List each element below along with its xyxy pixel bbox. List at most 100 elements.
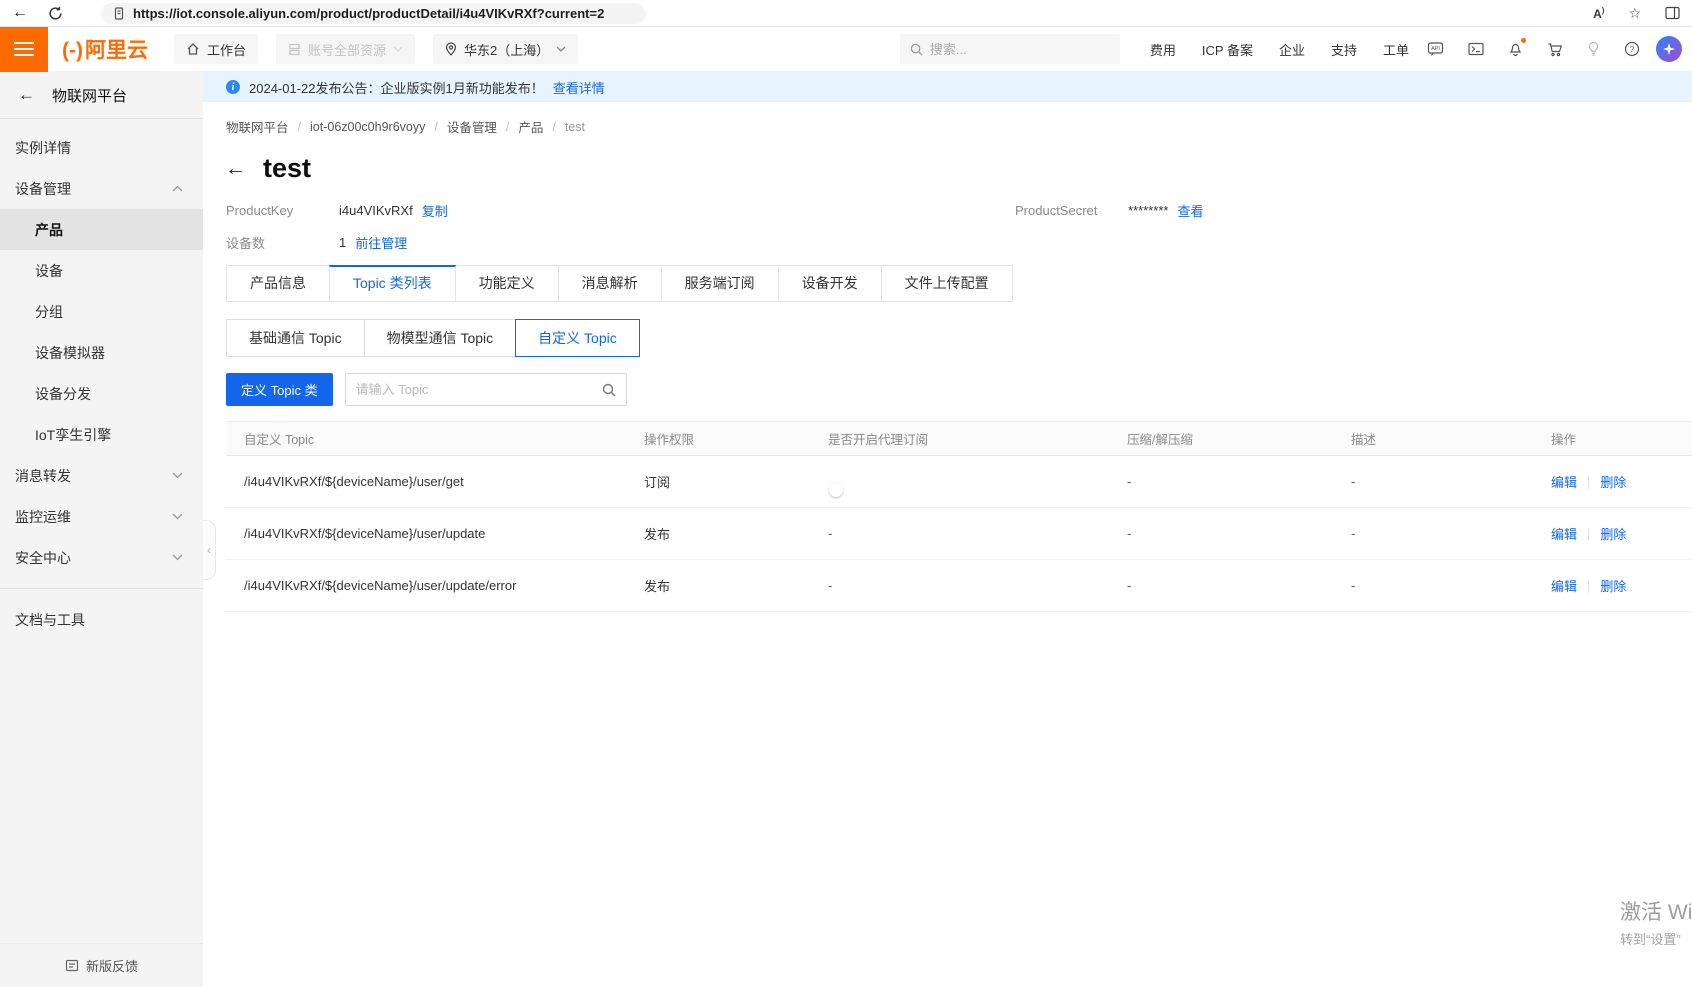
product-secret-value: ********	[1128, 203, 1168, 218]
aliyun-logo[interactable]: (-) 阿里云	[62, 34, 148, 64]
subtab-basic-topic[interactable]: 基础通信 Topic	[226, 319, 365, 357]
sidebar-back[interactable]: ← 物联网平台	[0, 72, 203, 118]
tab-feature-definition[interactable]: 功能定义	[455, 265, 559, 302]
cart-icon[interactable]	[1547, 42, 1563, 57]
sidebar: ← 物联网平台 实例详情 设备管理 产品 设备 分组 设备模拟器 设备分发	[0, 72, 203, 987]
tab-topic-list[interactable]: Topic 类列表	[329, 265, 456, 302]
tab-message-parsing[interactable]: 消息解析	[558, 265, 662, 302]
browser-sidebar-icon[interactable]	[1665, 6, 1680, 20]
feedback-button[interactable]: 新版反馈	[0, 943, 203, 987]
nav-item-enterprise[interactable]: 企业	[1279, 40, 1305, 59]
subtab-model-topic[interactable]: 物模型通信 Topic	[364, 319, 517, 357]
notifications-bell-icon[interactable]	[1508, 41, 1523, 57]
table-row: /i4u4VIKvRXf/${deviceName}/user/update 发…	[226, 508, 1692, 560]
sidebar-collapse-handle[interactable]: ‹	[203, 520, 216, 580]
chevron-down-icon	[172, 472, 183, 479]
sidebar-title: 物联网平台	[52, 85, 127, 106]
page-info-icon[interactable]	[113, 7, 125, 20]
product-key-label: ProductKey	[226, 203, 339, 218]
api-icon[interactable]: API	[1427, 41, 1444, 57]
region-selector[interactable]: 华东2（上海）	[433, 34, 578, 64]
search-icon[interactable]	[602, 383, 616, 397]
global-search[interactable]	[900, 34, 1120, 64]
compression-cell: -	[1127, 526, 1351, 541]
col-header-topic: 自定义 Topic	[226, 429, 644, 448]
announcement-text: 2024-01-22发布公告：企业版实例1月新功能发布！	[249, 78, 544, 97]
topic-cell: /i4u4VIKvRXf/${deviceName}/user/update/e…	[226, 578, 644, 593]
workbench-button[interactable]: 工作台	[174, 34, 258, 64]
account-resources-selector[interactable]: 账号全部资源	[276, 34, 415, 64]
lightbulb-icon[interactable]	[1587, 41, 1600, 57]
sidebar-item-instance-detail[interactable]: 实例详情	[0, 127, 203, 168]
favorite-star-icon[interactable]: ☆	[1628, 5, 1641, 22]
sidebar-item-monitoring-ops[interactable]: 监控运维	[0, 496, 203, 537]
delete-link[interactable]: 删除	[1600, 576, 1626, 595]
user-avatar[interactable]	[1656, 36, 1682, 62]
product-tabs: 产品信息 Topic 类列表 功能定义 消息解析 服务端订阅 设备开发 文件上传…	[226, 265, 1692, 302]
permission-cell: 发布	[644, 524, 828, 543]
copy-link[interactable]: 复制	[422, 201, 448, 220]
compression-cell: -	[1127, 474, 1351, 489]
breadcrumb-item[interactable]: 物联网平台	[226, 117, 289, 136]
read-aloud-icon[interactable]: A)	[1593, 6, 1604, 21]
define-topic-button[interactable]: 定义 Topic 类	[226, 373, 333, 406]
col-header-permission: 操作权限	[644, 429, 828, 448]
table-row: /i4u4VIKvRXf/${deviceName}/user/get 订阅 -…	[226, 456, 1692, 508]
main-content: i 2024-01-22发布公告：企业版实例1月新功能发布！ 查看详情 物联网平…	[203, 72, 1692, 987]
subtab-custom-topic[interactable]: 自定义 Topic	[515, 319, 640, 357]
breadcrumb: 物联网平台 / iot-06z00c0h9r6voyy / 设备管理 / 产品 …	[203, 102, 1692, 136]
sidebar-item-device-simulator[interactable]: 设备模拟器	[0, 332, 203, 373]
nav-item-billing[interactable]: 费用	[1150, 40, 1176, 59]
browser-url-field[interactable]: https://iot.console.aliyun.com/product/p…	[101, 3, 646, 24]
announcement-details-link[interactable]: 查看详情	[553, 78, 605, 97]
sidebar-item-docs-tools[interactable]: 文档与工具	[0, 599, 203, 640]
home-icon	[186, 42, 200, 56]
topic-search-box	[345, 373, 627, 406]
permission-cell: 订阅	[644, 472, 828, 491]
global-search-input[interactable]	[930, 42, 1090, 57]
delete-link[interactable]: 删除	[1600, 524, 1626, 543]
compression-cell: -	[1127, 578, 1351, 593]
sidebar-item-products[interactable]: 产品	[0, 209, 203, 250]
terminal-icon[interactable]	[1468, 42, 1484, 56]
resources-icon	[288, 43, 301, 56]
sidebar-item-groups[interactable]: 分组	[0, 291, 203, 332]
sidebar-item-security-center[interactable]: 安全中心	[0, 537, 203, 578]
tab-device-development[interactable]: 设备开发	[778, 265, 882, 302]
sidebar-item-iot-twin[interactable]: IoT孪生引擎	[0, 414, 203, 455]
sidebar-item-device-distribution[interactable]: 设备分发	[0, 373, 203, 414]
edit-link[interactable]: 编辑	[1551, 472, 1577, 491]
breadcrumb-item[interactable]: iot-06z00c0h9r6voyy	[310, 120, 425, 134]
arrow-left-icon[interactable]: ←	[18, 85, 35, 105]
help-icon[interactable]: ?	[1624, 41, 1640, 57]
sidebar-item-device-management[interactable]: 设备管理	[0, 168, 203, 209]
breadcrumb-item[interactable]: 设备管理	[447, 117, 497, 136]
tab-file-upload-config[interactable]: 文件上传配置	[881, 265, 1013, 302]
svg-text:?: ?	[1630, 45, 1635, 54]
nav-item-icp[interactable]: ICP 备案	[1202, 40, 1253, 59]
back-button[interactable]: ←	[225, 157, 246, 181]
tab-server-subscription[interactable]: 服务端订阅	[661, 265, 779, 302]
browser-back-icon[interactable]: ←	[12, 4, 28, 22]
view-secret-link[interactable]: 查看	[1177, 201, 1203, 220]
feedback-icon	[65, 959, 79, 972]
nav-item-support[interactable]: 支持	[1331, 40, 1357, 59]
hamburger-menu[interactable]	[0, 27, 48, 72]
sidebar-item-message-forwarding[interactable]: 消息转发	[0, 455, 203, 496]
topic-table: 自定义 Topic 操作权限 是否开启代理订阅 压缩/解压缩 描述 操作 /i4…	[226, 421, 1692, 612]
delete-link[interactable]: 删除	[1600, 472, 1626, 491]
topic-search-input[interactable]	[356, 382, 602, 397]
nav-item-tickets[interactable]: 工单	[1383, 40, 1409, 59]
sidebar-item-devices[interactable]: 设备	[0, 250, 203, 291]
edit-link[interactable]: 编辑	[1551, 524, 1577, 543]
edit-link[interactable]: 编辑	[1551, 576, 1577, 595]
browser-refresh-icon[interactable]	[48, 6, 63, 21]
windows-activation-watermark: 激活 Wi 转到“设置”	[1620, 896, 1692, 948]
tab-product-info[interactable]: 产品信息	[226, 265, 330, 302]
chevron-down-icon	[172, 513, 183, 520]
permission-cell: 发布	[644, 576, 828, 595]
divider	[0, 588, 203, 589]
breadcrumb-item[interactable]: 产品	[518, 117, 543, 136]
svg-text:API: API	[1431, 46, 1440, 52]
manage-devices-link[interactable]: 前往管理	[355, 233, 407, 252]
